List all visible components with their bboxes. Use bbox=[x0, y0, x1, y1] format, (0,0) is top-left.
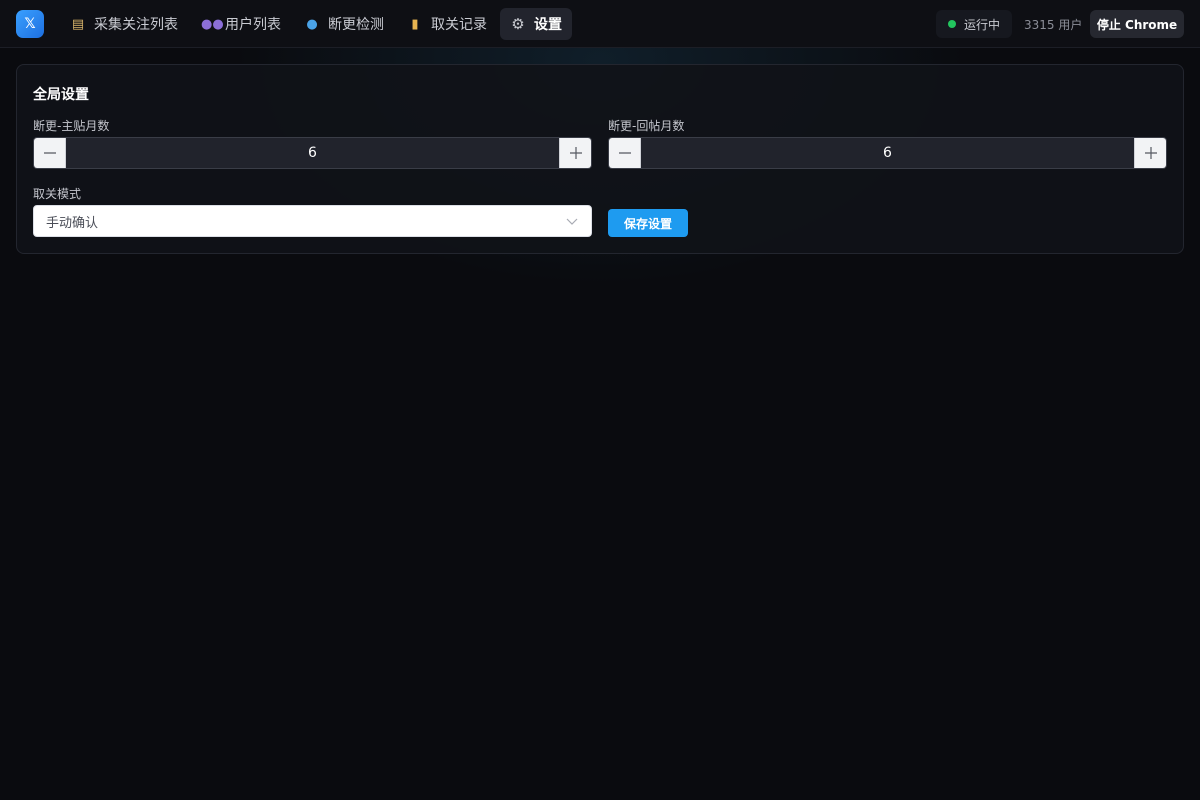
tab-user-list[interactable]: ●● 用户列表 bbox=[191, 8, 291, 40]
minus-icon bbox=[43, 152, 56, 154]
main-post-months-label: 断更-主贴月数 bbox=[33, 119, 110, 133]
main-post-months-input[interactable]: 6 bbox=[66, 138, 559, 168]
reply-post-months-label: 断更-回帖月数 bbox=[608, 119, 685, 133]
tab-label: 采集关注列表 bbox=[94, 17, 178, 33]
chevron-down-icon bbox=[566, 218, 578, 225]
tab-collect-following[interactable]: ▤ 采集关注列表 bbox=[60, 8, 188, 40]
minus-icon bbox=[618, 152, 631, 154]
main-post-months-stepper: 6 bbox=[33, 137, 592, 169]
stop-chrome-button[interactable]: 停止 Chrome bbox=[1090, 10, 1184, 38]
decrement-button[interactable] bbox=[34, 138, 66, 168]
unfollow-mode-value: 手动确认 bbox=[46, 215, 99, 231]
status-label: 运行中 bbox=[963, 17, 1000, 32]
unfollow-mode-label: 取关模式 bbox=[33, 187, 82, 201]
tab-label: 设置 bbox=[534, 17, 562, 33]
unfollow-mode-select[interactable]: 手动确认 bbox=[33, 205, 592, 237]
tab-label: 取关记录 bbox=[431, 17, 487, 33]
status-dot-icon bbox=[947, 20, 956, 28]
global-settings-card: 全局设置 断更-主贴月数 6 断更-回帖月数 6 取关模式 手动确认 保存设置 bbox=[16, 64, 1184, 254]
gear-icon: ⚙ bbox=[511, 15, 525, 33]
reply-post-months-input[interactable]: 6 bbox=[641, 138, 1134, 168]
plus-icon bbox=[1144, 147, 1157, 159]
user-count: 3315 用户 bbox=[1024, 18, 1083, 32]
users-icon: ●● bbox=[201, 16, 224, 32]
increment-button[interactable] bbox=[1134, 138, 1166, 168]
increment-button[interactable] bbox=[559, 138, 591, 168]
plus-icon bbox=[569, 147, 582, 159]
tab-unfollow-log[interactable]: ▮ 取关记录 bbox=[397, 8, 497, 40]
top-navbar: 𝕏 ▤ 采集关注列表 ●● 用户列表 ● 断更检测 ▮ 取关记录 ⚙ 设置 运行… bbox=[0, 0, 1200, 48]
save-settings-button[interactable]: 保存设置 bbox=[608, 209, 688, 237]
tab-label: 断更检测 bbox=[328, 17, 384, 33]
magnifier-icon: ● bbox=[306, 16, 318, 32]
tab-label: 用户列表 bbox=[225, 17, 281, 33]
reply-post-months-stepper: 6 bbox=[608, 137, 1167, 169]
clipboard-icon: ▤ bbox=[71, 16, 85, 32]
scroll-icon: ▮ bbox=[411, 16, 419, 32]
app-logo[interactable]: 𝕏 bbox=[16, 10, 44, 38]
decrement-button[interactable] bbox=[609, 138, 641, 168]
status-badge: 运行中 bbox=[936, 10, 1012, 38]
main-nav: ▤ 采集关注列表 ●● 用户列表 ● 断更检测 ▮ 取关记录 ⚙ 设置 bbox=[60, 8, 575, 40]
card-title: 全局设置 bbox=[33, 87, 89, 103]
tab-settings[interactable]: ⚙ 设置 bbox=[500, 8, 572, 40]
tab-inactive-detection[interactable]: ● 断更检测 bbox=[294, 8, 394, 40]
